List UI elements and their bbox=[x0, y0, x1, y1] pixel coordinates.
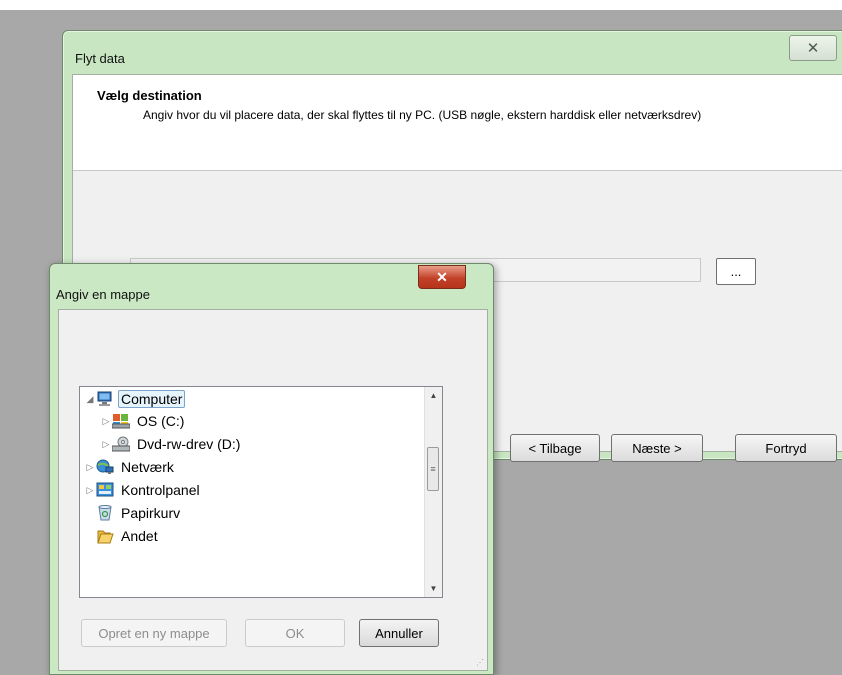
tree-item-label: Dvd-rw-drev (D:) bbox=[137, 436, 241, 452]
dialog-title: Angiv en mappe bbox=[56, 287, 150, 302]
scroll-down-icon[interactable]: ▼ bbox=[425, 580, 442, 597]
browse-button[interactable]: ... bbox=[716, 258, 756, 285]
tree-item-label: Netværk bbox=[121, 459, 174, 475]
close-icon: ✕ bbox=[436, 268, 448, 285]
folder-dialog: Angiv en mappe ✕ ◢ Computer ▷ OS (C:) ▷ bbox=[49, 263, 494, 675]
tree-item-label: Andet bbox=[121, 528, 158, 544]
tree-item-dvd-drive[interactable]: ▷ Dvd-rw-drev (D:) bbox=[100, 433, 243, 455]
new-folder-button[interactable]: Opret en ny mappe bbox=[81, 619, 227, 647]
collapsed-arrow-icon[interactable]: ▷ bbox=[100, 439, 112, 450]
expanded-arrow-icon[interactable]: ◢ bbox=[84, 394, 96, 405]
tree-item-control-panel[interactable]: ▷ Kontrolpanel bbox=[84, 479, 203, 501]
collapsed-arrow-icon[interactable]: ▷ bbox=[100, 416, 112, 427]
wizard-step-title: Vælg destination bbox=[97, 88, 202, 103]
tree-item-network[interactable]: ▷ Netværk bbox=[84, 456, 177, 478]
dialog-client: ◢ Computer ▷ OS (C:) ▷ Dvd-rw-drev (D:) bbox=[58, 309, 488, 671]
control-panel-icon bbox=[96, 482, 114, 498]
wizard-titlebar[interactable]: Flyt data ✕ bbox=[63, 31, 842, 71]
back-button[interactable]: < Tilbage bbox=[510, 434, 600, 462]
tree-item-other[interactable]: Andet bbox=[96, 525, 161, 547]
tree-item-label: Computer bbox=[118, 390, 186, 408]
tree-item-label: OS (C:) bbox=[137, 413, 185, 429]
wizard-close-button[interactable]: ✕ bbox=[789, 35, 837, 61]
recycle-bin-icon bbox=[96, 505, 114, 521]
next-button[interactable]: Næste > bbox=[611, 434, 703, 462]
close-icon: ✕ bbox=[806, 40, 820, 57]
tree-scrollbar[interactable]: ▲ ≡ ▼ bbox=[424, 387, 442, 597]
dialog-cancel-button[interactable]: Annuller bbox=[359, 619, 439, 647]
resize-grip-icon[interactable]: ⋰ bbox=[476, 658, 484, 667]
tree-item-label: Kontrolpanel bbox=[121, 482, 200, 498]
tree-item-computer[interactable]: ◢ Computer bbox=[84, 388, 186, 410]
folder-tree[interactable]: ◢ Computer ▷ OS (C:) ▷ Dvd-rw-drev (D:) bbox=[79, 386, 443, 598]
dvd-drive-icon bbox=[111, 436, 131, 452]
collapsed-arrow-icon[interactable]: ▷ bbox=[84, 462, 96, 473]
wizard-step-description: Angiv hvor du vil placere data, der skal… bbox=[143, 108, 702, 122]
tree-item-recycle-bin[interactable]: Papirkurv bbox=[96, 502, 183, 524]
folder-icon bbox=[96, 528, 114, 544]
wizard-cancel-button[interactable]: Fortryd bbox=[735, 434, 837, 462]
drive-icon bbox=[111, 413, 131, 429]
dialog-close-button[interactable]: ✕ bbox=[418, 265, 466, 289]
tree-item-os-c[interactable]: ▷ OS (C:) bbox=[100, 410, 187, 432]
ok-button[interactable]: OK bbox=[245, 619, 345, 647]
desktop-top-strip bbox=[0, 0, 842, 10]
tree-item-label: Papirkurv bbox=[121, 505, 181, 521]
wizard-title: Flyt data bbox=[75, 51, 125, 66]
computer-icon bbox=[96, 391, 114, 407]
scroll-up-icon[interactable]: ▲ bbox=[425, 387, 442, 404]
collapsed-arrow-icon[interactable]: ▷ bbox=[84, 485, 96, 496]
scroll-thumb[interactable]: ≡ bbox=[427, 447, 439, 491]
network-icon bbox=[96, 459, 114, 475]
wizard-header: Vælg destination Angiv hvor du vil place… bbox=[73, 75, 842, 171]
